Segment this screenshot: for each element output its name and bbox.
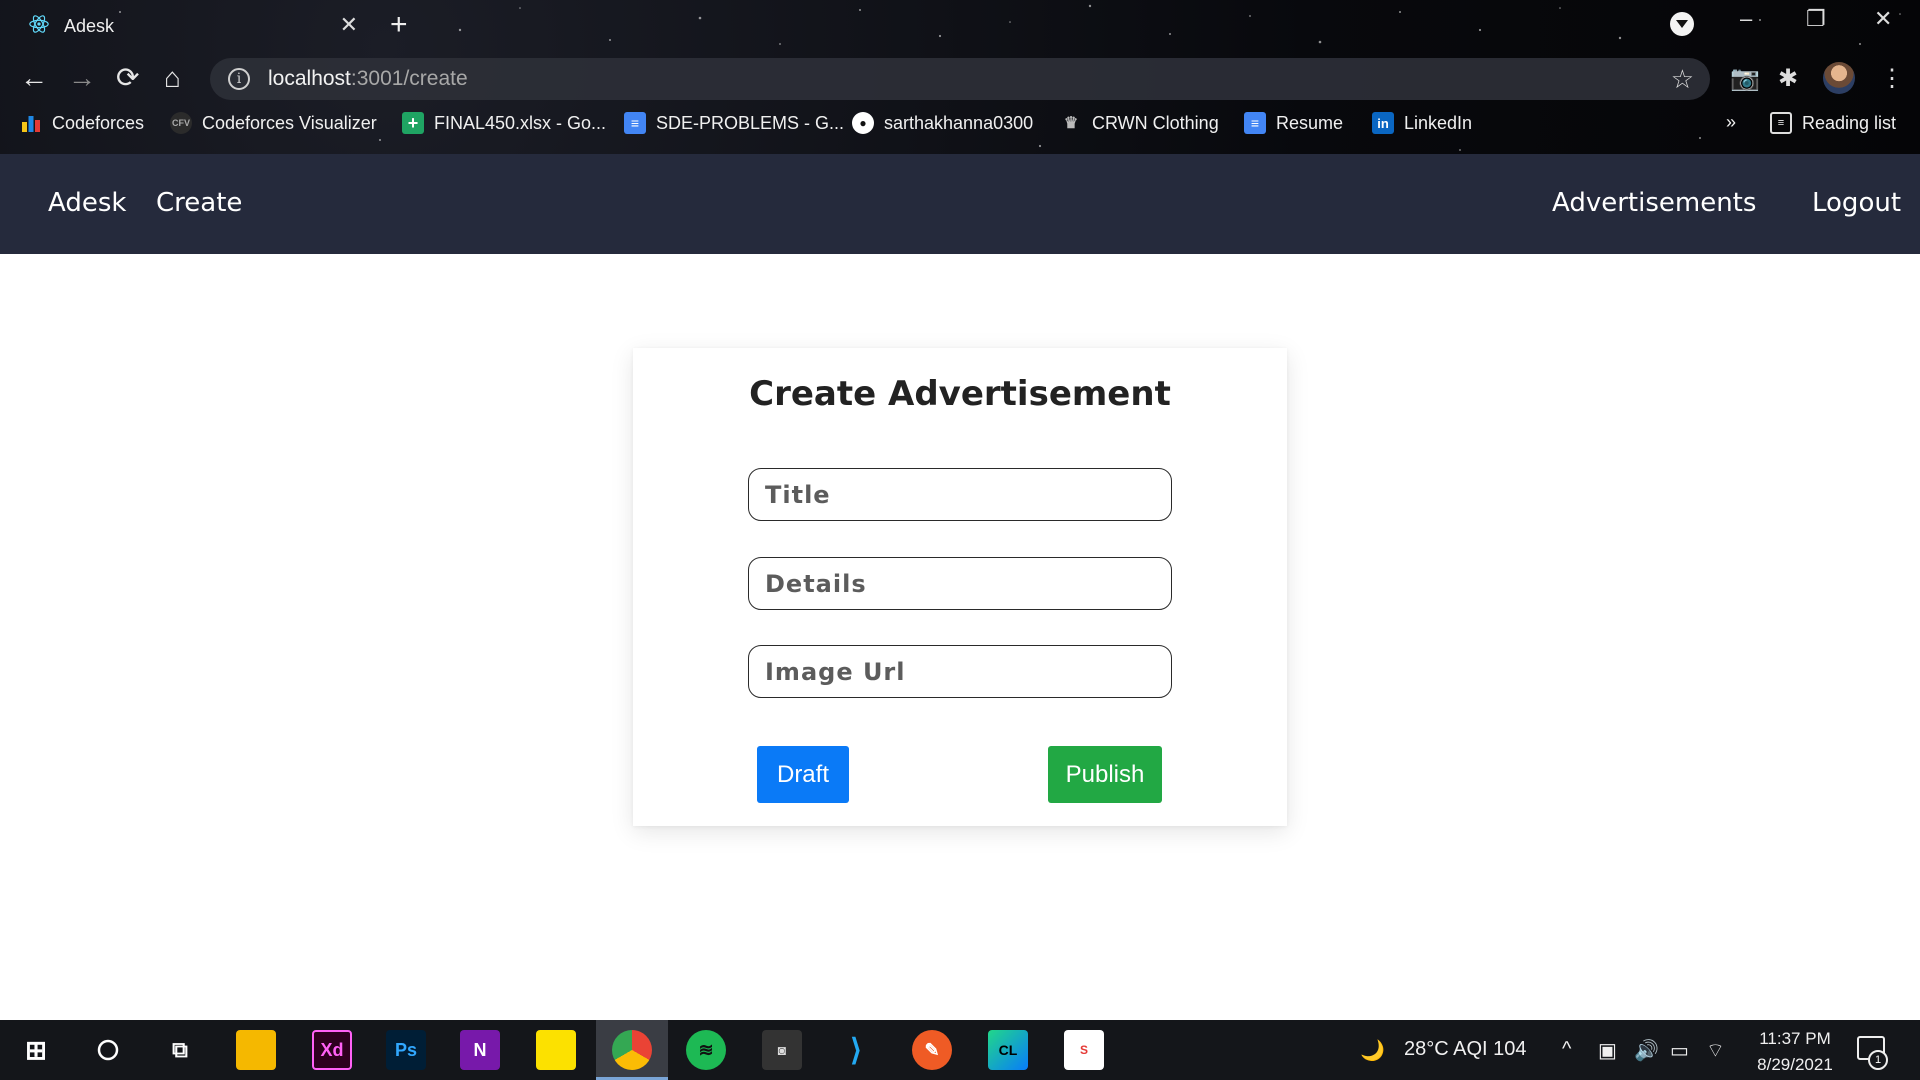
reading-list-label: Reading list (1802, 112, 1897, 133)
photoshop-icon[interactable]: Ps (386, 1030, 426, 1070)
browser-tab-adesk[interactable]: Adesk ✕ (18, 8, 366, 44)
bookmark-final450[interactable]: + FINAL450.xlsx - Go... (402, 112, 606, 134)
window-close-icon[interactable]: ✕ (1874, 6, 1892, 32)
bookmark-resume[interactable]: ≡ Resume (1244, 112, 1343, 134)
task-view-icon[interactable]: ⧉ (160, 1030, 200, 1070)
linkedin-icon: in (1372, 112, 1394, 134)
nav-brand[interactable]: Adesk (48, 188, 126, 218)
minimize-icon[interactable]: – (1740, 6, 1752, 32)
bookmark-label: SDE-PROBLEMS - G... (656, 112, 845, 133)
address-bar[interactable]: i localhost:3001/create ☆ (210, 58, 1710, 100)
adobe-xd-icon[interactable]: Xd (312, 1030, 352, 1070)
bookmark-codeforces-visualizer[interactable]: CFV Codeforces Visualizer (170, 112, 377, 134)
bookmark-label: CRWN Clothing (1092, 112, 1219, 133)
bookmark-sde-problems[interactable]: ≡ SDE-PROBLEMS - G... (624, 112, 844, 134)
bookmark-label: Codeforces (52, 112, 145, 133)
forward-icon[interactable]: → (68, 64, 96, 92)
wsl-icon[interactable]: ◙ (762, 1030, 802, 1070)
page-title: Create Advertisement (749, 374, 1171, 414)
close-tab-icon[interactable]: ✕ (340, 12, 358, 38)
site-info-icon[interactable]: i (228, 68, 250, 90)
wifi-icon[interactable]: ⌔ (1706, 1038, 1725, 1063)
bookmark-label: FINAL450.xlsx - Go... (434, 112, 607, 133)
bookmark-label: Resume (1276, 112, 1344, 133)
volume-icon[interactable]: 🔊 (1634, 1038, 1659, 1063)
home-icon[interactable]: ⌂ (164, 64, 181, 92)
download-icon[interactable] (1670, 12, 1694, 36)
chrome-icon[interactable] (612, 1030, 652, 1070)
google-sheets-icon: + (402, 112, 424, 134)
weather-icon[interactable]: 🌙 (1360, 1038, 1385, 1063)
new-tab-button[interactable]: + (390, 8, 408, 42)
image-url-input[interactable] (748, 645, 1172, 698)
nav-create-link[interactable]: Create (156, 188, 242, 218)
browser-chrome: Adesk ✕ + – ❐ ✕ ← → ⟳ ⌂ i localhost:3001… (0, 0, 1920, 154)
camera-extension-icon[interactable]: 📷 (1730, 64, 1760, 93)
bookmark-codeforces[interactable]: Codeforces (20, 112, 144, 134)
draft-button[interactable]: Draft (757, 746, 849, 803)
tab-title: Adesk (64, 15, 115, 36)
document-icon[interactable]: S (1064, 1030, 1104, 1070)
clock-date: 8/29/2021 (1757, 1055, 1833, 1074)
crown-icon: ♛ (1063, 115, 1079, 132)
bookmarks-overflow-icon[interactable]: » (1726, 112, 1736, 133)
postman-icon[interactable]: ✎ (912, 1030, 952, 1070)
bookmark-label: LinkedIn (1404, 112, 1473, 133)
reload-icon[interactable]: ⟳ (116, 64, 139, 92)
create-advertisement-card: Create Advertisement Draft Publish (633, 348, 1287, 826)
system-clock[interactable]: 11:37 PM 8/29/2021 (1740, 1026, 1850, 1078)
sticky-notes-icon[interactable] (536, 1030, 576, 1070)
vscode-icon[interactable]: ⟩ (836, 1030, 876, 1070)
tray-chevron-icon[interactable]: ^ (1562, 1038, 1571, 1061)
extensions-puzzle-icon[interactable]: ✱ (1778, 64, 1798, 93)
app-navbar: Adesk Create Advertisements Logout (0, 154, 1920, 254)
bookmark-github[interactable]: ● sarthakhanna0300 (852, 112, 1033, 134)
details-input[interactable] (748, 557, 1172, 610)
github-icon: ● (852, 112, 874, 134)
clock-time: 11:37 PM (1759, 1029, 1831, 1048)
cfv-icon: CFV (170, 112, 192, 134)
reading-list-icon: ≡ (1770, 112, 1792, 134)
browser-menu-icon[interactable]: ⋮ (1880, 64, 1904, 93)
bookmark-linkedin[interactable]: in LinkedIn (1372, 112, 1472, 134)
search-icon[interactable] (88, 1030, 128, 1070)
title-input[interactable] (748, 468, 1172, 521)
clion-icon[interactable]: CL (988, 1030, 1028, 1070)
restore-icon[interactable]: ❐ (1806, 6, 1826, 32)
battery-icon[interactable]: ▭ (1670, 1038, 1689, 1063)
browser-toolbar: ← → ⟳ ⌂ i localhost:3001/create ☆ 📷 ✱ ⋮ (0, 54, 1920, 102)
file-explorer-icon[interactable] (236, 1030, 276, 1070)
tray-app-icon[interactable]: ▣ (1598, 1038, 1617, 1063)
onenote-icon[interactable]: N (460, 1030, 500, 1070)
profile-avatar[interactable] (1823, 62, 1855, 94)
weather-readout[interactable]: 28°C AQI 104 (1404, 1038, 1527, 1061)
bookmark-label: Codeforces Visualizer (202, 112, 377, 133)
url-path: :3001/create (350, 67, 468, 90)
publish-button[interactable]: Publish (1048, 746, 1162, 803)
react-icon (28, 13, 50, 40)
google-docs-icon: ≡ (624, 112, 646, 134)
nav-logout-link[interactable]: Logout (1812, 188, 1901, 218)
reading-list-button[interactable]: ≡ Reading list (1770, 112, 1896, 134)
bookmark-label: sarthakhanna0300 (884, 112, 1034, 133)
bookmarks-bar: Codeforces CFV Codeforces Visualizer + F… (0, 108, 1920, 144)
bookmark-crwn-clothing[interactable]: ♛ CRWN Clothing (1060, 112, 1219, 134)
windows-taskbar: ⊞ ⧉ Xd Ps N ≋ ◙ ⟩ ✎ CL S 🌙 28°C AQI 104 … (0, 1020, 1920, 1080)
back-icon[interactable]: ← (20, 64, 48, 92)
url-host: localhost (268, 67, 351, 90)
bookmark-star-icon[interactable]: ☆ (1671, 64, 1694, 95)
tab-strip: Adesk ✕ + – ❐ ✕ (0, 0, 1920, 50)
google-docs-icon: ≡ (1244, 112, 1266, 134)
notification-count-badge: 1 (1868, 1050, 1888, 1070)
nav-advertisements-link[interactable]: Advertisements (1552, 188, 1756, 218)
windows-start-icon[interactable]: ⊞ (16, 1030, 56, 1070)
codeforces-icon (20, 112, 42, 134)
spotify-icon[interactable]: ≋ (686, 1030, 726, 1070)
